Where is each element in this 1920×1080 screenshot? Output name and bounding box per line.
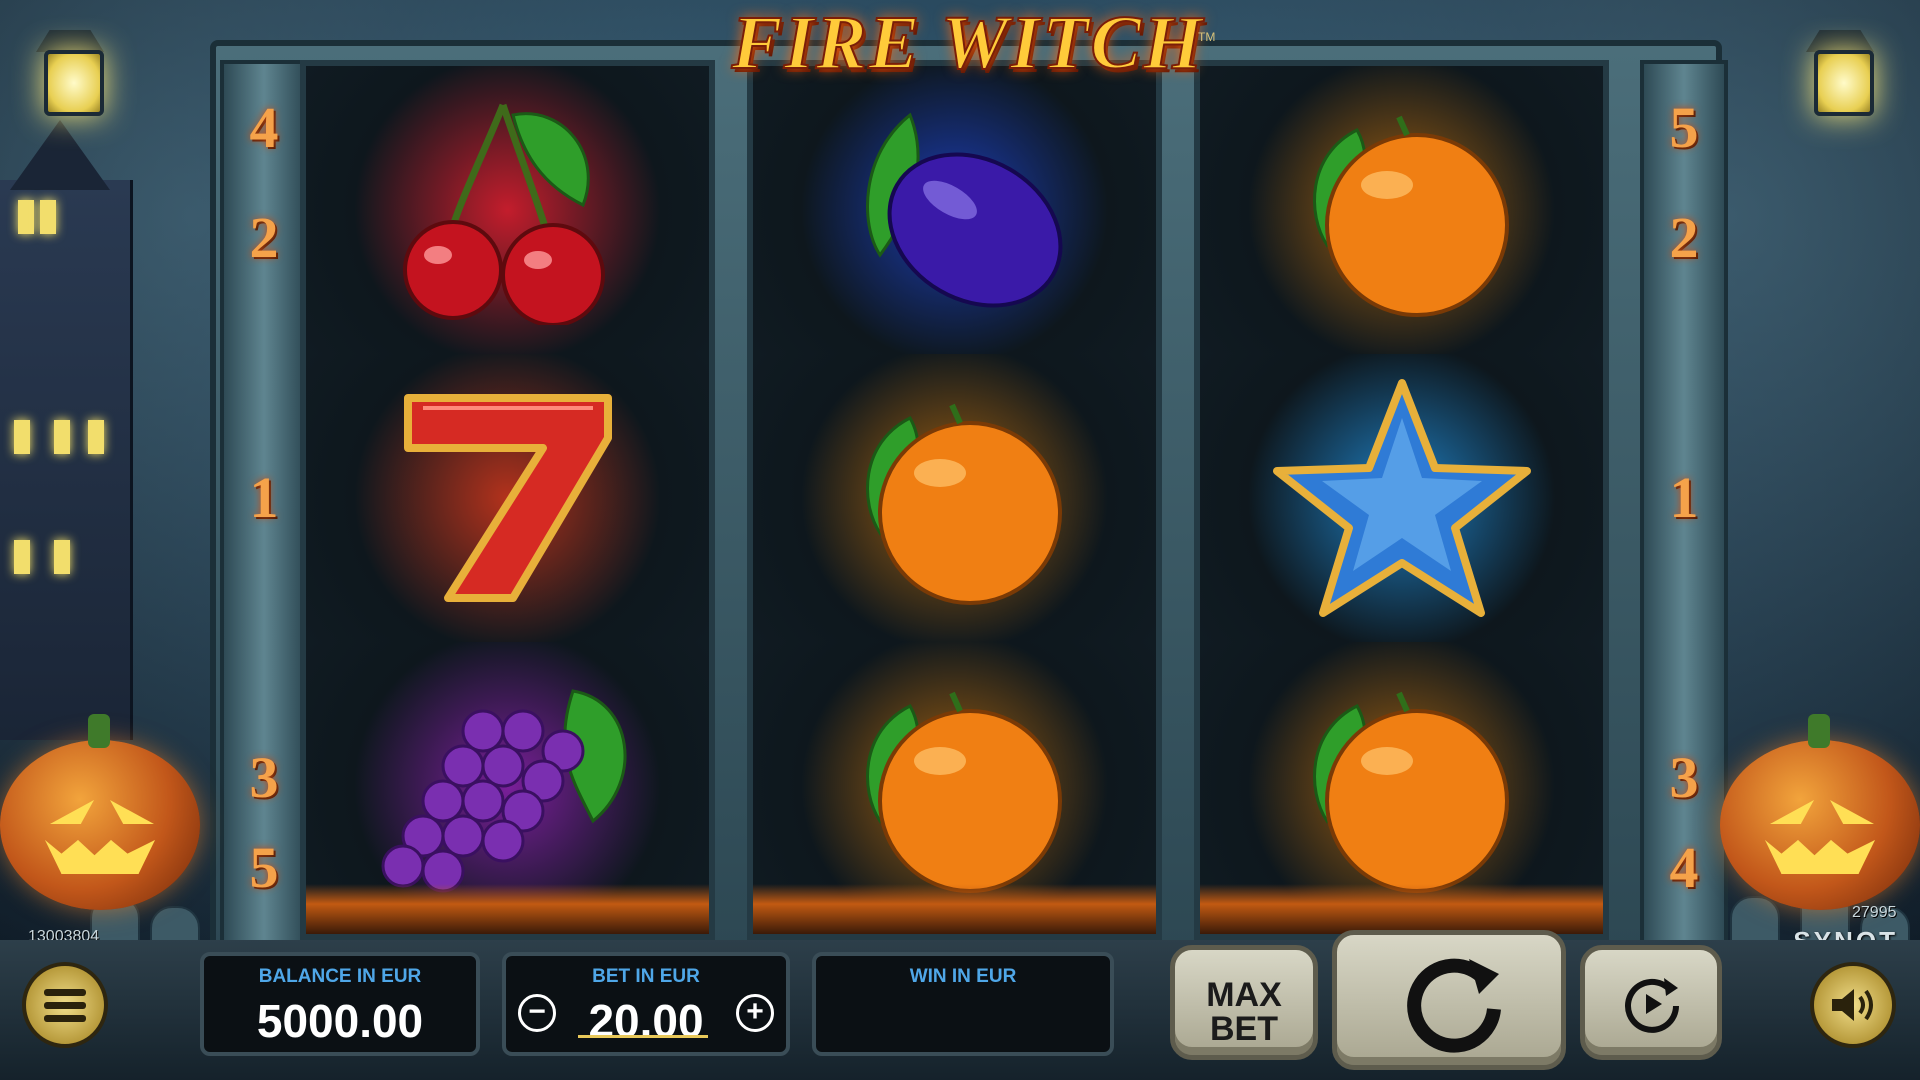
bet-underline <box>578 1035 708 1038</box>
bet-panel: BET IN EUR 20.00 − + <box>502 952 790 1056</box>
trademark-mark: TM <box>1198 30 1216 44</box>
win-label: WIN IN EUR <box>909 966 1017 987</box>
autoplay-button[interactable] <box>1580 945 1722 1060</box>
max-bet-button[interactable]: MAX BET <box>1170 945 1318 1060</box>
win-panel: WIN IN EUR <box>812 952 1114 1056</box>
reel-cell <box>1200 354 1603 642</box>
lantern-right <box>1800 20 1880 130</box>
lantern-left <box>30 20 110 130</box>
payline-number[interactable]: 3 <box>1644 744 1724 811</box>
grapes-icon <box>381 689 626 893</box>
bet-label: BET IN EUR <box>592 966 700 987</box>
orange-icon <box>1312 691 1509 893</box>
fire-strip <box>306 884 709 934</box>
orange-icon <box>1312 115 1509 317</box>
orange-icon <box>865 691 1062 893</box>
payline-number[interactable]: 2 <box>224 204 304 271</box>
cherry-icon <box>402 103 605 325</box>
payline-number[interactable]: 3 <box>224 744 304 811</box>
seven-icon <box>403 394 612 602</box>
balance-panel: BALANCE IN EUR 5000.00 <box>200 952 480 1056</box>
star-icon <box>1272 379 1531 617</box>
autoplay-icon <box>1625 978 1679 1033</box>
payline-number[interactable]: 4 <box>1644 834 1724 901</box>
max-bet-label-line1: MAX <box>1206 976 1282 1014</box>
balance-value: 5000.00 <box>256 995 424 1047</box>
reel-cell <box>1200 66 1603 354</box>
hamburger-icon <box>44 989 86 1022</box>
balance-label: BALANCE IN EUR <box>258 966 422 987</box>
game-title: FIRE WITCH <box>731 0 1205 86</box>
orange-icon <box>865 403 1062 605</box>
spin-arrow-icon <box>1407 958 1501 1053</box>
reel-3 <box>1194 60 1609 940</box>
menu-button[interactable] <box>22 962 108 1048</box>
game-id: 27995 <box>1852 904 1897 921</box>
reels-area <box>300 60 1610 940</box>
payline-number[interactable]: 5 <box>224 834 304 901</box>
payline-number[interactable]: 1 <box>224 464 304 531</box>
payline-pillar-right: 5 2 1 3 4 <box>1640 60 1728 948</box>
pumpkin-right <box>1720 714 1920 910</box>
fire-strip <box>1200 884 1603 934</box>
bet-increase-button[interactable]: + <box>736 994 774 1032</box>
sound-button[interactable] <box>1810 962 1896 1048</box>
payline-number[interactable]: 4 <box>224 94 304 161</box>
bet-decrease-button[interactable]: − <box>518 994 556 1032</box>
payline-number[interactable]: 5 <box>1644 94 1724 161</box>
max-bet-label-line2: BET <box>1210 1010 1278 1048</box>
payline-pillar-left: 4 2 1 3 5 <box>220 60 308 948</box>
payline-number[interactable]: 1 <box>1644 464 1724 531</box>
pumpkin-left <box>0 714 200 910</box>
haunted-house <box>0 120 133 740</box>
spin-button[interactable] <box>1332 930 1566 1070</box>
reel-cell <box>306 354 709 642</box>
reel-cell <box>753 66 1156 354</box>
reel-cell <box>753 354 1156 642</box>
fire-strip <box>753 884 1156 934</box>
plum-icon <box>865 112 1062 308</box>
payline-number[interactable]: 2 <box>1644 204 1724 271</box>
reel-1 <box>300 60 715 940</box>
reel-2 <box>747 60 1162 940</box>
reel-cell <box>306 66 709 354</box>
speaker-icon <box>1832 989 1873 1021</box>
